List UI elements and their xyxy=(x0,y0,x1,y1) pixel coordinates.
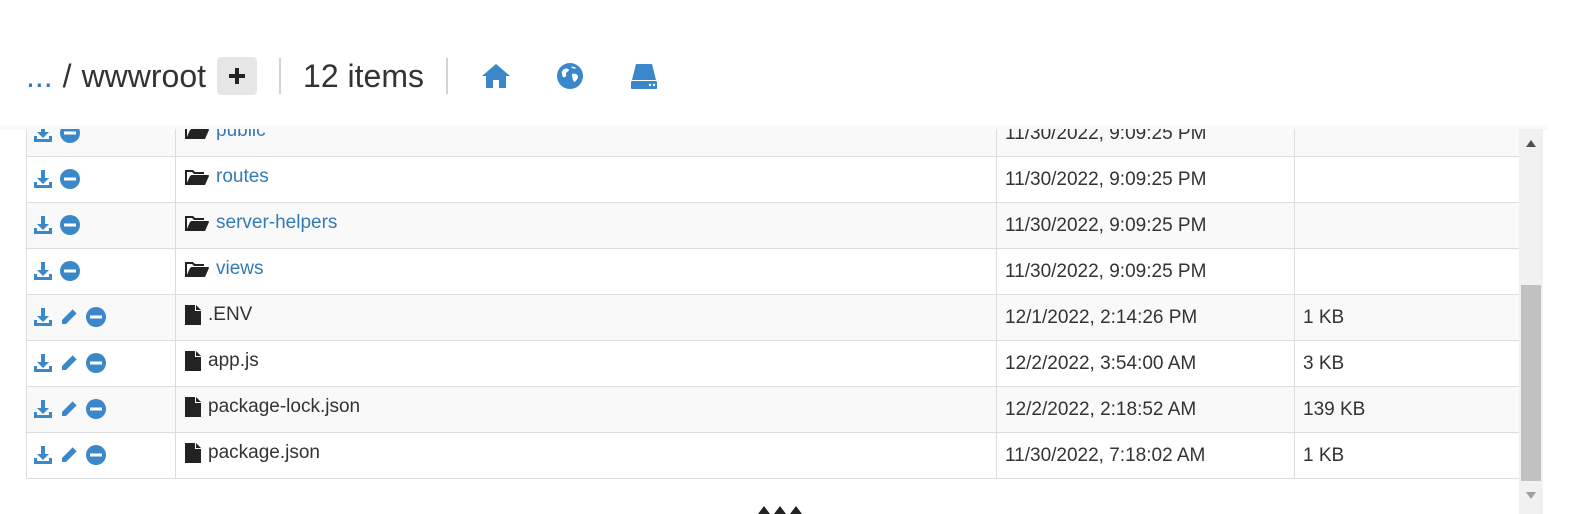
table-row[interactable]: server-helpers 11/30/2022, 9:09:25 PM xyxy=(26,202,1520,249)
header-divider xyxy=(279,58,282,94)
file-size: 139 KB xyxy=(1294,386,1520,433)
edit-icon[interactable] xyxy=(59,353,79,373)
name-cell: package.json xyxy=(175,432,997,479)
breadcrumb-separator: / xyxy=(62,57,72,94)
file-icon xyxy=(184,442,202,464)
download-icon[interactable] xyxy=(33,307,53,327)
modified-date: 12/2/2022, 3:54:00 AM xyxy=(996,340,1295,387)
scroll-more-indicator[interactable] xyxy=(750,500,810,514)
modified-date: 11/30/2022, 9:09:25 PM xyxy=(996,129,1295,157)
download-icon[interactable] xyxy=(33,215,53,235)
download-icon[interactable] xyxy=(33,261,53,281)
file-size: 1 KB xyxy=(1294,294,1520,341)
remove-icon[interactable] xyxy=(59,260,81,282)
remove-icon[interactable] xyxy=(85,444,107,466)
file-name: package-lock.json xyxy=(208,395,361,417)
file-name: .ENV xyxy=(208,303,253,325)
folder-link[interactable]: views xyxy=(216,258,264,280)
scroll-down-arrow[interactable] xyxy=(1519,485,1543,505)
name-cell: package-lock.json xyxy=(175,386,997,433)
row-actions xyxy=(26,202,176,249)
vertical-scrollbar[interactable] xyxy=(1519,129,1543,514)
file-size: 1 KB xyxy=(1294,432,1520,479)
file-list-viewport: public 11/30/2022, 9:09:25 PM routes 11/30/… xyxy=(0,129,1548,514)
modified-date: 11/30/2022, 9:09:25 PM xyxy=(996,156,1295,203)
name-cell: routes xyxy=(175,156,997,203)
table-row[interactable]: app.js 12/2/2022, 3:54:00 AM 3 KB xyxy=(26,340,1520,387)
row-actions xyxy=(26,340,176,387)
table-row[interactable]: views 11/30/2022, 9:09:25 PM xyxy=(26,248,1520,295)
remove-icon[interactable] xyxy=(85,306,107,328)
download-icon[interactable] xyxy=(33,353,53,373)
file-icon xyxy=(184,304,202,326)
remove-icon[interactable] xyxy=(59,129,81,144)
file-name: app.js xyxy=(208,349,259,371)
name-cell: views xyxy=(175,248,997,295)
file-size xyxy=(1294,202,1520,249)
folder-icon xyxy=(184,129,210,141)
row-actions xyxy=(26,248,176,295)
globe-icon[interactable] xyxy=(554,60,586,92)
add-button[interactable] xyxy=(217,57,258,95)
scroll-up-arrow[interactable] xyxy=(1519,133,1543,153)
download-icon[interactable] xyxy=(33,129,53,143)
table-row[interactable]: routes 11/30/2022, 9:09:25 PM xyxy=(26,156,1520,203)
file-icon xyxy=(184,396,202,418)
file-size: 3 KB xyxy=(1294,340,1520,387)
modified-date: 12/1/2022, 2:14:26 PM xyxy=(996,294,1295,341)
folder-icon xyxy=(184,259,210,279)
name-cell: server-helpers xyxy=(175,202,997,249)
remove-icon[interactable] xyxy=(59,214,81,236)
plus-icon xyxy=(229,68,246,84)
table-row[interactable]: package-lock.json 12/2/2022, 2:18:52 AM 13… xyxy=(26,386,1520,433)
row-actions xyxy=(26,294,176,341)
header-divider xyxy=(445,58,448,94)
remove-icon[interactable] xyxy=(85,398,107,420)
row-actions xyxy=(26,129,176,157)
row-actions xyxy=(26,156,176,203)
name-cell: app.js xyxy=(175,340,997,387)
edit-icon[interactable] xyxy=(59,399,79,419)
name-cell: .ENV xyxy=(175,294,997,341)
scrollbar-thumb[interactable] xyxy=(1521,285,1541,481)
modified-date: 12/2/2022, 2:18:52 AM xyxy=(996,386,1295,433)
download-icon[interactable] xyxy=(33,399,53,419)
table-row[interactable]: public 11/30/2022, 9:09:25 PM xyxy=(26,129,1520,157)
drive-icon[interactable] xyxy=(628,60,660,92)
file-size xyxy=(1294,248,1520,295)
folder-link[interactable]: public xyxy=(216,129,266,142)
remove-icon[interactable] xyxy=(85,352,107,374)
modified-date: 11/30/2022, 9:09:25 PM xyxy=(996,202,1295,249)
download-icon[interactable] xyxy=(33,169,53,189)
file-name: package.json xyxy=(208,441,320,463)
remove-icon[interactable] xyxy=(59,168,81,190)
breadcrumb-parent-link[interactable]: ... xyxy=(26,58,53,95)
edit-icon[interactable] xyxy=(59,445,79,465)
download-icon[interactable] xyxy=(33,445,53,465)
table-row[interactable]: package.json 11/30/2022, 7:18:02 AM 1 KB xyxy=(26,432,1520,479)
edit-icon[interactable] xyxy=(59,307,79,327)
modified-date: 11/30/2022, 7:18:02 AM xyxy=(996,432,1295,479)
file-table: public 11/30/2022, 9:09:25 PM routes 11/30/… xyxy=(26,129,1520,479)
file-size xyxy=(1294,156,1520,203)
folder-link[interactable]: routes xyxy=(216,166,269,188)
item-count: 12 items xyxy=(303,57,424,94)
row-actions xyxy=(26,432,176,479)
folder-icon xyxy=(184,213,210,233)
current-folder-name: wwwroot xyxy=(81,57,207,94)
row-actions xyxy=(26,386,176,433)
modified-date: 11/30/2022, 9:09:25 PM xyxy=(996,248,1295,295)
file-size xyxy=(1294,129,1520,157)
table-row[interactable]: .ENV 12/1/2022, 2:14:26 PM 1 KB xyxy=(26,294,1520,341)
breadcrumb-bar: ... / wwwroot 12 items xyxy=(26,54,660,98)
name-cell: public xyxy=(175,129,997,157)
folder-icon xyxy=(184,167,210,187)
home-icon[interactable] xyxy=(480,60,512,92)
file-icon xyxy=(184,350,202,372)
folder-link[interactable]: server-helpers xyxy=(216,212,337,234)
